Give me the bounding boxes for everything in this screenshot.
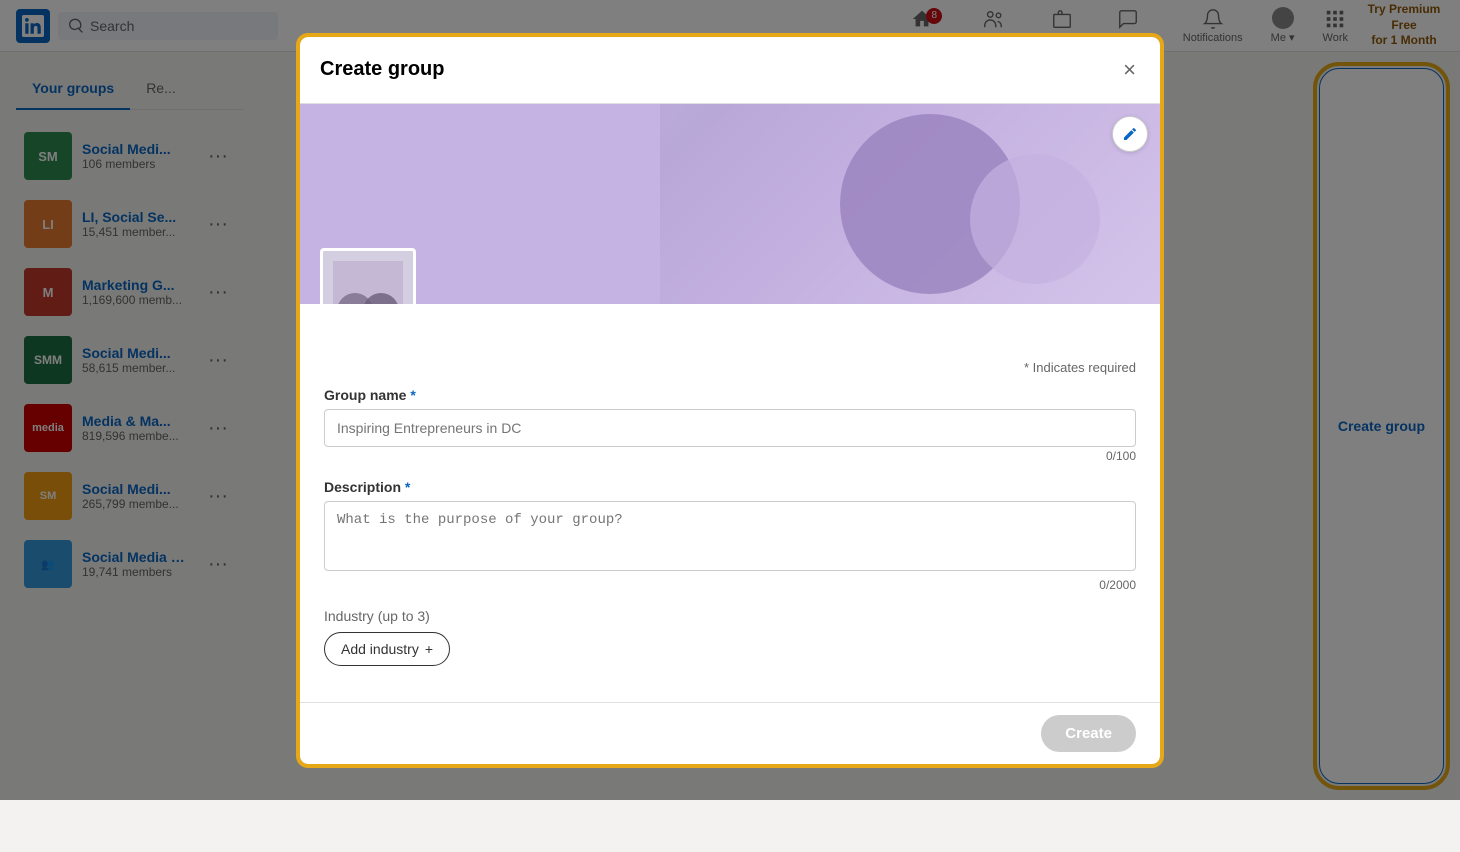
industry-field-group: Industry (up to 3) Add industry +	[324, 608, 1136, 666]
description-label: Description *	[324, 479, 1136, 495]
group-name-input[interactable]	[324, 409, 1136, 447]
add-industry-button[interactable]: Add industry +	[324, 632, 450, 666]
modal-overlay: Create group ×	[0, 0, 1460, 800]
required-note: * Indicates required	[324, 360, 1136, 375]
create-button[interactable]: Create	[1041, 715, 1136, 752]
banner-edit-button[interactable]	[1112, 116, 1148, 152]
description-input[interactable]	[324, 501, 1136, 571]
modal-footer: Create	[300, 702, 1160, 764]
group-logo-area	[320, 248, 416, 304]
modal-form: * Indicates required Group name * 0/100 …	[300, 336, 1160, 702]
group-name-field-group: Group name * 0/100	[324, 387, 1136, 463]
description-char-count: 0/2000	[324, 578, 1136, 592]
banner-circle-small	[970, 154, 1100, 284]
group-name-char-count: 0/100	[324, 449, 1136, 463]
modal-title: Create group	[320, 58, 444, 81]
add-industry-label: Add industry	[341, 641, 419, 657]
description-field-group: Description * 0/2000	[324, 479, 1136, 592]
group-logo-box	[320, 248, 416, 304]
modal-close-button[interactable]: ×	[1119, 53, 1140, 87]
industry-label: Industry (up to 3)	[324, 608, 1136, 624]
group-name-label: Group name *	[324, 387, 1136, 403]
add-industry-icon: +	[425, 641, 433, 657]
group-banner	[300, 104, 1160, 304]
modal-header: Create group ×	[300, 37, 1160, 104]
create-group-modal: Create group ×	[300, 37, 1160, 764]
